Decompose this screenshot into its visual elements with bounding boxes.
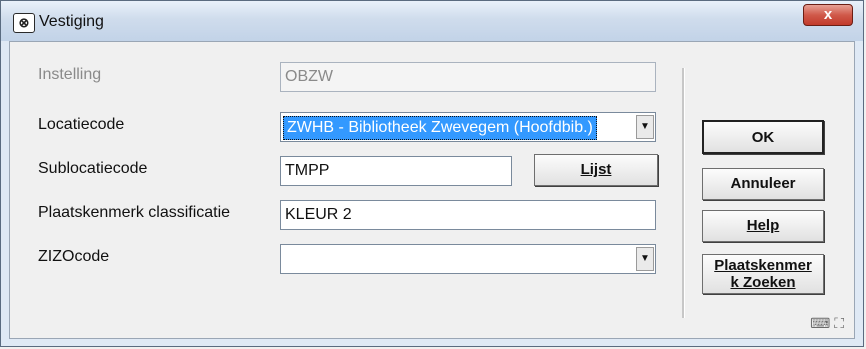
close-button[interactable]: x [803,4,853,26]
chevron-down-icon[interactable]: ▼ [636,247,654,271]
dialog-window: ⊗ Vestiging x Instelling OBZW Locatiecod… [0,0,864,347]
sublocatiecode-label: Sublocatiecode [38,160,148,177]
lijst-button-label: Lijst [580,161,612,178]
lijst-button[interactable]: Lijst [534,154,658,186]
vertical-divider [682,68,685,318]
keyboard-icon: ⌨ [810,315,831,331]
chevron-down-icon[interactable]: ▼ [636,115,654,139]
plaatskenmerk-zoeken-button[interactable]: Plaatskenmer k Zoeken [702,254,824,294]
status-area: ⌨ ⛶ [810,315,844,332]
sublocatiecode-field[interactable]: TMPP [280,156,512,186]
help-button[interactable]: Help [702,210,824,242]
help-button-label: Help [746,217,780,234]
zoeken-label-line2: k Zoeken [730,274,796,291]
locatiecode-selected-value: ZWHB - Bibliotheek Zwevegem (Hoofdbib.) [283,116,597,140]
zizocode-select[interactable]: ▼ [280,244,656,274]
plaatskenmerk-label: Plaatskenmerk classificatie [38,204,231,221]
locatiecode-select[interactable]: ZWHB - Bibliotheek Zwevegem (Hoofdbib.) … [280,112,656,142]
zizocode-label: ZIZOcode [38,248,110,265]
zoeken-label-line1: Plaatskenmer [714,257,812,274]
title-bar[interactable]: ⊗ Vestiging x [1,1,863,41]
dialog-body: Instelling OBZW Locatiecode ZWHB - Bibli… [9,41,855,339]
ok-button[interactable]: OK [702,120,824,154]
instelling-label: Instelling [38,66,102,83]
instelling-field: OBZW [280,62,656,92]
resize-grip-icon[interactable]: ⛶ [834,315,844,331]
plaatskenmerk-field[interactable]: KLEUR 2 [280,200,656,230]
locatiecode-label: Locatiecode [38,116,125,133]
app-icon: ⊗ [13,13,35,33]
window-title: Vestiging [39,13,104,30]
annuleer-button[interactable]: Annuleer [702,168,824,200]
